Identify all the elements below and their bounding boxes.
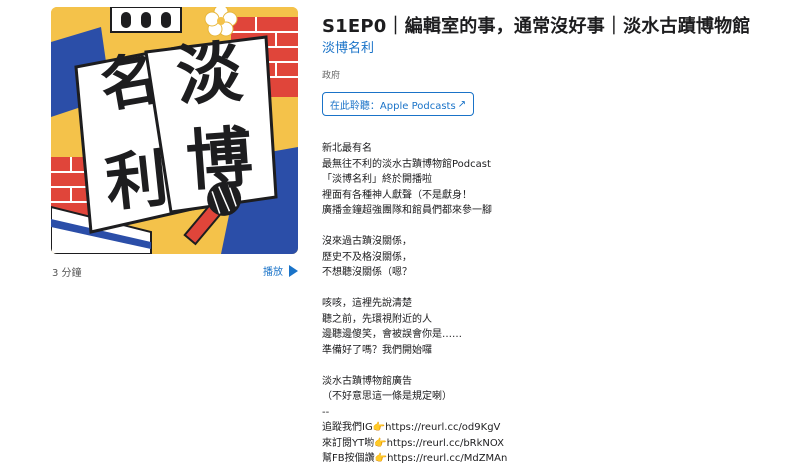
description-line: 「淡博名利」終於開播啦 xyxy=(322,174,432,185)
description-line: 最無往不利的淡水古蹟博物館Podcast xyxy=(322,158,491,170)
description-line: 咳咳，這裡先說清楚 xyxy=(322,298,412,309)
description-line: 聽之前，先環視附近的人 xyxy=(322,313,432,325)
episode-artwork: 名 利 淡 博 xyxy=(51,7,298,254)
description-line: -- xyxy=(322,406,330,418)
external-arrow-icon: ↗ xyxy=(457,98,467,110)
listen-button-label: 在此聆聽：Apple Podcasts xyxy=(329,100,456,112)
episode-duration: 3 分鐘 xyxy=(52,268,82,279)
description-line: （不好意思這一條是規定喇） xyxy=(322,391,452,402)
category-label: 政府 xyxy=(322,71,341,81)
episode-title: S1EP0｜編輯室的事，通常沒好事｜淡水古蹟博物館 xyxy=(322,16,751,37)
description-line: 邊聽邊傻笑，會被誤會你是…… xyxy=(322,329,462,340)
play-button[interactable]: 播放 xyxy=(263,263,298,278)
description-line: 幫FB按個讚👉https://reurl.cc/MdZMAn xyxy=(322,453,508,464)
description-line: 裡面有各種神人獻聲（不是獻身！ xyxy=(322,189,472,201)
art-char-4: 博 xyxy=(184,119,255,200)
description-line: 歷史不及格沒關係， xyxy=(322,251,412,263)
art-char-1: 名 xyxy=(95,44,164,121)
art-char-2: 利 xyxy=(102,141,171,220)
description-line: 不想聽沒關係（嗯？ xyxy=(322,267,412,278)
description-line: 新北最有名 xyxy=(322,143,372,154)
description-line: 廣播金鐘超強團隊和館員們都來參一腳 xyxy=(322,205,492,216)
episode-description: 新北最有名 最無往不利的淡水古蹟博物館Podcast 「淡博名利」終於開播啦 裡… xyxy=(322,141,762,467)
description-line: 淡水古蹟博物館廣告 xyxy=(322,375,412,387)
description-line: 準備好了嗎？我們開始囉 xyxy=(322,344,432,356)
show-name-link[interactable]: 淡博名利 xyxy=(322,37,374,56)
art-char-3: 淡 xyxy=(174,34,246,115)
listen-on-apple-podcasts-button[interactable]: 在此聆聽：Apple Podcasts ↗ xyxy=(322,92,474,116)
play-label: 播放 xyxy=(263,267,283,278)
description-line: 沒來過古蹟沒關係， xyxy=(322,236,412,247)
play-icon xyxy=(289,264,298,277)
description-line: 追蹤我們IG👉https://reurl.cc/od9KgV xyxy=(322,422,501,433)
